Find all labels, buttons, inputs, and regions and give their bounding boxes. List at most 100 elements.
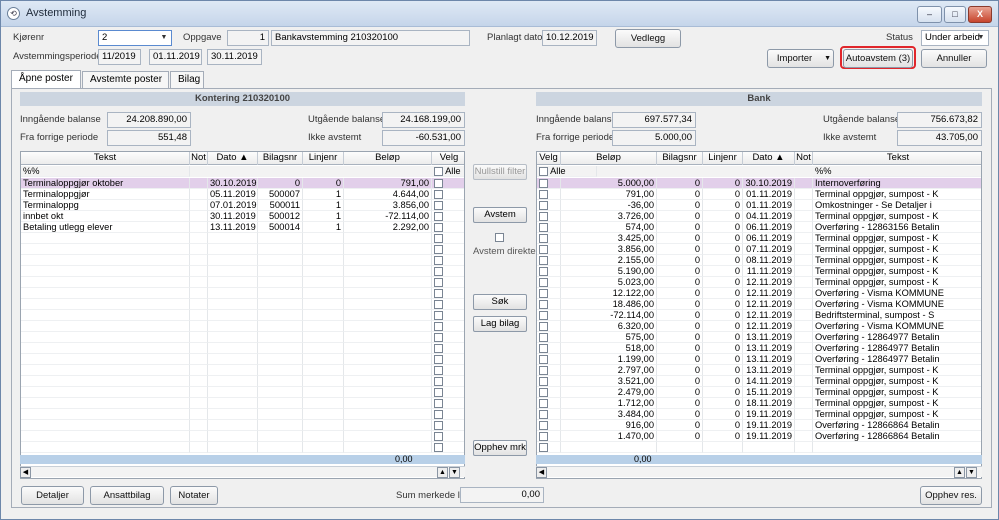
scroll-up-icon[interactable]: ▲ xyxy=(437,467,448,478)
table-row[interactable]: 6.320,00 0 0 12.11.2019 Overføring - Visma K… xyxy=(537,321,981,332)
table-row[interactable]: 2.479,00 0 0 15.11.2019 Terminal oppgjør, su… xyxy=(537,387,981,398)
velg-cell[interactable] xyxy=(537,354,561,365)
status-select[interactable]: Under arbeid ▼ xyxy=(921,30,989,46)
checkbox[interactable] xyxy=(434,377,443,386)
velg-cell[interactable] xyxy=(432,266,464,277)
velg-cell[interactable] xyxy=(537,277,561,288)
checkbox[interactable] xyxy=(434,190,443,199)
checkbox[interactable] xyxy=(539,245,548,254)
table-row[interactable] xyxy=(21,343,464,354)
checkbox[interactable] xyxy=(434,201,443,210)
checkbox[interactable] xyxy=(539,443,548,452)
col-bilagsnr[interactable]: Bilagsnr xyxy=(657,152,703,165)
checkbox[interactable] xyxy=(434,388,443,397)
table-row[interactable]: 574,00 0 0 06.11.2019 Overføring - 12863156 … xyxy=(537,222,981,233)
table-row[interactable] xyxy=(537,442,981,453)
checkbox[interactable] xyxy=(539,223,548,232)
col-not[interactable]: Not xyxy=(795,152,813,165)
table-row[interactable]: 5.000,00 0 0 30.10.2019 Internoverføring xyxy=(537,178,981,189)
velg-cell[interactable] xyxy=(432,288,464,299)
table-row[interactable]: 3.856,00 0 0 07.11.2019 Terminal oppgjør, su… xyxy=(537,244,981,255)
right-filter-tekst[interactable]: %% xyxy=(813,166,981,177)
velg-cell[interactable] xyxy=(432,277,464,288)
chevron-down-icon[interactable]: ▼ xyxy=(824,50,831,67)
velg-cell[interactable] xyxy=(432,365,464,376)
chevron-down-icon[interactable]: ▼ xyxy=(158,32,170,44)
velg-cell[interactable] xyxy=(432,222,464,233)
velg-cell[interactable] xyxy=(432,321,464,332)
table-row[interactable]: 12.122,00 0 0 12.11.2019 Overføring - Visma … xyxy=(537,288,981,299)
velg-cell[interactable] xyxy=(432,189,464,200)
kjorenr-select[interactable]: 2 ▼ xyxy=(98,30,172,46)
tab-avstemte-poster[interactable]: Avstemte poster xyxy=(82,71,169,88)
velg-cell[interactable] xyxy=(432,332,464,343)
table-row[interactable]: 575,00 0 0 13.11.2019 Overføring - 12864977 … xyxy=(537,332,981,343)
tab-apne-poster[interactable]: Åpne poster xyxy=(11,70,81,89)
table-row[interactable]: 1.712,00 0 0 18.11.2019 Terminal oppgjør, su… xyxy=(537,398,981,409)
checkbox[interactable] xyxy=(434,443,443,452)
autoavstem-button[interactable]: Autoavstem (3) xyxy=(843,49,913,68)
checkbox[interactable] xyxy=(434,366,443,375)
scroll-down-icon[interactable]: ▼ xyxy=(449,467,460,478)
table-row[interactable]: -36,00 0 0 01.11.2019 Omkostninger - Se Deta… xyxy=(537,200,981,211)
table-row[interactable] xyxy=(21,244,464,255)
velg-cell[interactable] xyxy=(432,442,464,453)
table-row[interactable] xyxy=(21,398,464,409)
col-bilagsnr[interactable]: Bilagsnr xyxy=(258,152,303,165)
left-filter-tekst[interactable]: %% xyxy=(21,166,190,177)
checkbox[interactable] xyxy=(434,223,443,232)
velg-cell[interactable] xyxy=(537,222,561,233)
table-row[interactable]: 3.521,00 0 0 14.11.2019 Terminal oppgjør, su… xyxy=(537,376,981,387)
velg-cell[interactable] xyxy=(537,178,561,189)
checkbox[interactable] xyxy=(434,167,443,176)
table-row[interactable] xyxy=(21,387,464,398)
velg-cell[interactable] xyxy=(432,387,464,398)
checkbox[interactable] xyxy=(434,421,443,430)
checkbox[interactable] xyxy=(539,432,548,441)
table-row[interactable] xyxy=(21,332,464,343)
left-hscrollbar[interactable]: ◀ ▲ ▼ xyxy=(20,466,465,478)
velg-cell[interactable] xyxy=(537,420,561,431)
velg-cell[interactable] xyxy=(537,233,561,244)
checkbox[interactable] xyxy=(434,333,443,342)
checkbox[interactable] xyxy=(434,399,443,408)
table-row[interactable]: 3.425,00 0 0 06.11.2019 Terminal oppgjør, su… xyxy=(537,233,981,244)
table-row[interactable]: 3.484,00 0 0 19.11.2019 Terminal oppgjør, su… xyxy=(537,409,981,420)
right-hscrollbar[interactable]: ◀ ▲ ▼ xyxy=(536,466,982,478)
checkbox[interactable] xyxy=(434,179,443,188)
velg-cell[interactable] xyxy=(432,178,464,189)
table-row[interactable] xyxy=(21,431,464,442)
opphev-mrk-button[interactable]: Opphev mrk xyxy=(473,440,527,456)
velg-cell[interactable] xyxy=(537,244,561,255)
col-not[interactable]: Not xyxy=(190,152,208,165)
checkbox[interactable] xyxy=(539,399,548,408)
table-row[interactable]: 2.155,00 0 0 08.11.2019 Terminal oppgjør, su… xyxy=(537,255,981,266)
opphev-res-button[interactable]: Opphev res. xyxy=(920,486,982,505)
checkbox[interactable] xyxy=(539,201,548,210)
table-row[interactable]: 3.726,00 0 0 04.11.2019 Terminal oppgjør, su… xyxy=(537,211,981,222)
table-row[interactable] xyxy=(21,420,464,431)
lag-bilag-button[interactable]: Lag bilag xyxy=(473,316,527,332)
checkbox[interactable] xyxy=(539,355,548,364)
table-row[interactable]: 5.190,00 0 0 11.11.2019 Terminal oppgjør, su… xyxy=(537,266,981,277)
checkbox[interactable] xyxy=(539,212,548,221)
checkbox[interactable] xyxy=(539,179,548,188)
velg-cell[interactable] xyxy=(432,255,464,266)
velg-cell[interactable] xyxy=(432,398,464,409)
velg-cell[interactable] xyxy=(432,376,464,387)
table-row[interactable]: 2.797,00 0 0 13.11.2019 Terminal oppgjør, su… xyxy=(537,365,981,376)
table-row[interactable] xyxy=(21,255,464,266)
table-row[interactable] xyxy=(21,233,464,244)
velg-cell[interactable] xyxy=(537,409,561,420)
checkbox[interactable] xyxy=(434,212,443,221)
col-tekst[interactable]: Tekst xyxy=(21,152,190,165)
checkbox[interactable] xyxy=(539,190,548,199)
checkbox[interactable] xyxy=(539,289,548,298)
checkbox[interactable] xyxy=(434,355,443,364)
col-dato[interactable]: Dato ▲ xyxy=(743,152,795,165)
right-alle[interactable]: Alle xyxy=(537,166,597,177)
col-velg[interactable]: Velg xyxy=(432,152,464,165)
checkbox[interactable] xyxy=(539,256,548,265)
left-alle[interactable]: Alle xyxy=(432,166,464,177)
checkbox[interactable] xyxy=(539,300,548,309)
